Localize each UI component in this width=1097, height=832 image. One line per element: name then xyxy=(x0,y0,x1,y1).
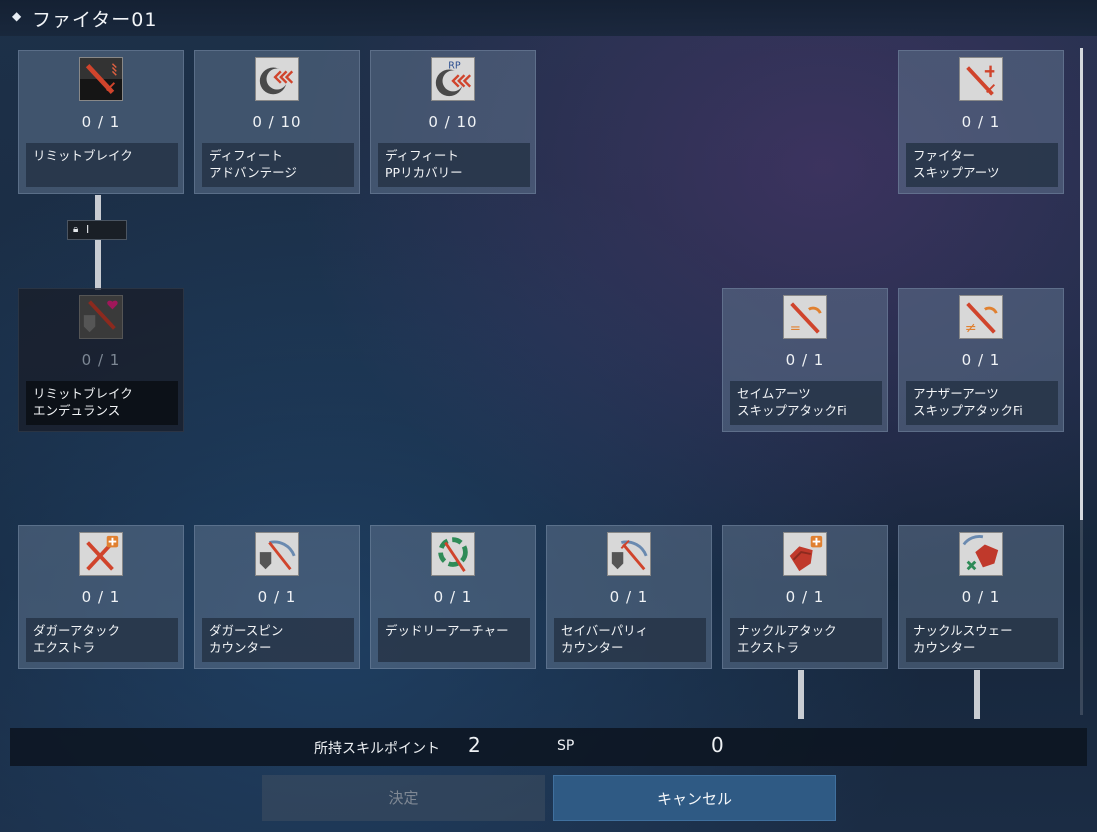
window-title: ファイター01 xyxy=(32,9,158,31)
dagger-extra-icon xyxy=(79,532,123,576)
skill-name: アナザーアーツ スキップアタックFi xyxy=(906,381,1058,425)
skill-card-knuckle-attack-extra[interactable]: 0 / 1 ナックルアタック エクストラ xyxy=(722,525,888,669)
skill-name: ディフィート アドバンテージ xyxy=(202,143,354,187)
skill-name: リミットブレイク xyxy=(26,143,178,187)
dagger-counter-icon xyxy=(255,532,299,576)
saber-parry-icon xyxy=(607,532,651,576)
skill-level: 0 / 1 xyxy=(785,351,825,369)
skill-level: 0 / 1 xyxy=(961,588,1001,606)
skill-level: 0 / 1 xyxy=(961,113,1001,131)
skill-name: ダガーアタック エクストラ xyxy=(26,618,178,662)
skill-name: ナックルアタック エクストラ xyxy=(730,618,882,662)
skill-name: ファイター スキップアーツ xyxy=(906,143,1058,187)
prerequisite-level: I xyxy=(86,223,90,236)
skill-card-deadly-archer[interactable]: 0 / 1 デッドリーアーチャー xyxy=(370,525,536,669)
confirm-button[interactable]: 決定 xyxy=(262,775,545,821)
same-arts-icon-label: = xyxy=(790,321,801,336)
prerequisite-badge: 🔒︎ I xyxy=(67,220,127,240)
same-arts-icon: = xyxy=(783,295,827,339)
skill-card-knuckle-sway-counter[interactable]: 0 / 1 ナックルスウェー カウンター xyxy=(898,525,1064,669)
skill-level: 0 / 1 xyxy=(785,588,825,606)
skill-name: セイムアーツ スキップアタックFi xyxy=(730,381,882,425)
another-arts-icon-label: ≠ xyxy=(965,320,977,336)
skill-card-limit-break[interactable]: 0 / 1 リミットブレイク xyxy=(18,50,184,194)
pp-recovery-icon: RP xyxy=(431,57,475,101)
sp-value: 2 xyxy=(468,733,481,757)
pp-recovery-icon-label: RP xyxy=(448,61,461,72)
tree-connector xyxy=(974,670,980,719)
skill-card-another-arts-skip[interactable]: ≠ 0 / 1 アナザーアーツ スキップアタックFi xyxy=(898,288,1064,432)
skill-level: 0 / 1 xyxy=(609,588,649,606)
title-bar: ◆ ファイター01 xyxy=(0,0,1097,36)
skill-card-fighter-skip-arts[interactable]: 0 / 1 ファイター スキップアーツ xyxy=(898,50,1064,194)
knuckle-sway-icon xyxy=(959,532,1003,576)
skill-level: 0 / 1 xyxy=(81,351,121,369)
diamond-icon: ◆ xyxy=(12,9,22,23)
skill-card-same-arts-skip[interactable]: = 0 / 1 セイムアーツ スキップアタックFi xyxy=(722,288,888,432)
skill-name: ナックルスウェー カウンター xyxy=(906,618,1058,662)
skill-level: 0 / 10 xyxy=(252,113,302,131)
skill-level: 0 / 10 xyxy=(428,113,478,131)
skill-name: ディフィート PPリカバリー xyxy=(378,143,530,187)
sp-label: 所持スキルポイント xyxy=(314,741,440,757)
skill-name: デッドリーアーチャー xyxy=(378,618,530,662)
skill-card-dagger-attack-extra[interactable]: 0 / 1 ダガーアタック エクストラ xyxy=(18,525,184,669)
sp-allocated: 0 xyxy=(711,733,724,757)
knuckle-extra-icon xyxy=(783,532,827,576)
scrollbar-thumb[interactable] xyxy=(1080,48,1083,520)
skill-point-bar: 所持スキルポイント 2 SP 0 xyxy=(10,728,1087,766)
skill-level: 0 / 1 xyxy=(81,588,121,606)
skill-card-dagger-spin-counter[interactable]: 0 / 1 ダガースピン カウンター xyxy=(194,525,360,669)
skill-level: 0 / 1 xyxy=(81,113,121,131)
tree-connector xyxy=(798,670,804,719)
cancel-button[interactable]: キャンセル xyxy=(553,775,836,821)
shield-sword-heart-icon xyxy=(79,295,123,339)
another-arts-icon: ≠ xyxy=(959,295,1003,339)
skill-card-defeat-pp-recovery[interactable]: RP 0 / 10 ディフィート PPリカバリー xyxy=(370,50,536,194)
skill-name: セイバーパリィ カウンター xyxy=(554,618,706,662)
tree-connector xyxy=(95,238,101,290)
skill-name: リミットブレイク エンデュランス xyxy=(26,381,178,425)
skill-level: 0 / 1 xyxy=(433,588,473,606)
skill-card-limit-break-endurance[interactable]: 0 / 1 リミットブレイク エンデュランス xyxy=(18,288,184,432)
sp-unit: SP xyxy=(557,738,575,754)
sword-icon xyxy=(79,57,123,101)
defeat-advantage-icon xyxy=(255,57,299,101)
skip-arts-icon xyxy=(959,57,1003,101)
skill-name: ダガースピン カウンター xyxy=(202,618,354,662)
skill-card-defeat-advantage[interactable]: 0 / 10 ディフィート アドバンテージ xyxy=(194,50,360,194)
skill-level: 0 / 1 xyxy=(961,351,1001,369)
deadly-archer-icon xyxy=(431,532,475,576)
skill-level: 0 / 1 xyxy=(257,588,297,606)
skill-card-saber-parry-counter[interactable]: 0 / 1 セイバーパリィ カウンター xyxy=(546,525,712,669)
lock-icon: 🔒︎ xyxy=(73,224,79,235)
